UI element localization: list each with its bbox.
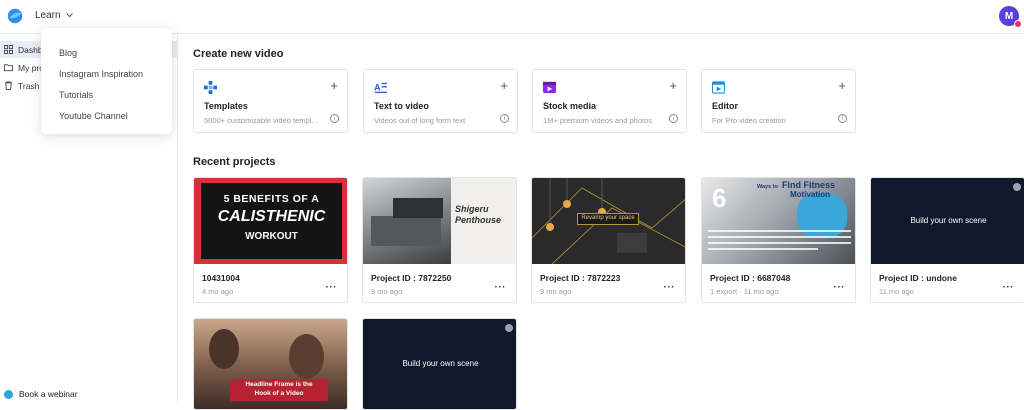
plus-icon: + <box>838 78 846 93</box>
thumb-text-line: Headline Frame is the <box>245 381 313 388</box>
thumb-text-line: Motivation <box>790 190 830 199</box>
info-icon[interactable]: i <box>330 114 339 123</box>
create-card-templates[interactable]: + Templates 5000+ customizable video tem… <box>193 69 348 133</box>
plus-icon: + <box>500 78 508 93</box>
thumb-text-line: Shigeru <box>455 204 489 214</box>
menu-item-instagram-inspiration[interactable]: Instagram Inspiration <box>41 63 172 84</box>
thumb-text-line: 5 BENEFITS OF A <box>223 193 320 205</box>
more-options-icon[interactable]: ··· <box>495 282 507 293</box>
book-webinar-link[interactable]: Book a webinar <box>4 389 78 399</box>
more-options-icon[interactable]: ··· <box>664 282 676 293</box>
recent-section-title: Recent projects <box>193 156 276 168</box>
thumb-text-line: Ways to <box>757 184 778 190</box>
project-thumbnail: Build your own scene <box>871 178 1024 264</box>
project-title: Project ID : 7872250 <box>371 273 452 283</box>
project-card[interactable]: Shigeru Penthouse Project ID : 7872250 9… <box>362 177 517 303</box>
project-meta: 4 mo ago <box>202 287 234 296</box>
project-thumbnail: 6 Ways to Find Fitness Motivation <box>702 178 855 264</box>
card-description: 5000+ customizable video templates <box>204 116 322 125</box>
sidebar-item-label: Trash <box>18 80 40 91</box>
trash-icon <box>4 81 13 90</box>
webinar-icon <box>4 389 13 399</box>
card-title: Editor <box>712 101 738 111</box>
thumb-text-line: 6 <box>712 183 727 213</box>
project-meta: 1 export · 11 mo ago <box>710 287 779 296</box>
create-card-editor[interactable]: + Editor For Pro video creation i <box>701 69 856 133</box>
more-options-icon[interactable]: ··· <box>326 282 338 293</box>
project-card[interactable]: Revamp your space Project ID : 7872223 9… <box>531 177 686 303</box>
create-card-text-to-video[interactable]: A + Text to video Videos out of long for… <box>363 69 518 133</box>
menu-item-tutorials[interactable]: Tutorials <box>41 84 172 105</box>
thumb-text-line: Build your own scene <box>402 359 479 368</box>
info-icon[interactable]: i <box>669 114 678 123</box>
create-card-stock-media[interactable]: + Stock media 1M+ premium videos and pho… <box>532 69 687 133</box>
project-thumbnail: Shigeru Penthouse <box>363 178 516 264</box>
webinar-label: Book a webinar <box>19 389 78 399</box>
learn-menu-button[interactable]: Learn <box>35 10 73 21</box>
thumb-text-line: CALISTHENIC <box>217 208 326 225</box>
plus-icon: + <box>330 78 338 93</box>
more-options-icon[interactable]: ··· <box>1003 282 1015 293</box>
project-meta: 11 mo ago <box>879 287 914 296</box>
app-logo-icon[interactable] <box>6 7 24 25</box>
info-icon[interactable]: i <box>838 114 847 123</box>
more-options-icon[interactable]: ··· <box>834 282 846 293</box>
card-description: For Pro video creation <box>712 116 786 125</box>
chevron-down-icon <box>65 13 73 18</box>
learn-dropdown-menu: Blog Instagram Inspiration Tutorials You… <box>41 28 172 134</box>
project-card[interactable]: 6 Ways to Find Fitness Motivation Projec… <box>701 177 856 303</box>
card-description: 1M+ premium videos and photos <box>543 116 653 125</box>
project-title: Project ID : 6687048 <box>710 273 791 283</box>
editor-icon <box>712 81 725 94</box>
project-meta: 9 mo ago <box>540 287 572 296</box>
svg-text:A: A <box>374 82 381 92</box>
thumb-text-line: Build your own scene <box>910 216 987 225</box>
learn-label: Learn <box>35 10 61 21</box>
avatar-initial: M <box>1004 10 1014 22</box>
menu-item-youtube-channel[interactable]: Youtube Channel <box>41 105 172 126</box>
folder-icon <box>4 64 13 72</box>
templates-icon <box>204 81 217 94</box>
thumb-text-line: Revamp your space <box>581 215 635 221</box>
thumb-text-line: Penthouse <box>455 215 502 225</box>
project-thumbnail: Build your own scene <box>363 319 516 409</box>
thumb-text-line: Hook of a Video <box>254 390 304 397</box>
thumb-text-line: Find Fitness <box>782 180 836 190</box>
thumb-text-line: WORKOUT <box>245 231 298 242</box>
project-title: Project ID : 7872223 <box>540 273 621 283</box>
avatar[interactable]: M <box>999 6 1022 28</box>
plus-icon: + <box>669 78 677 93</box>
project-card[interactable]: 5 BENEFITS OF A CALISTHENIC WORKOUT 1043… <box>193 177 348 303</box>
notification-badge <box>1014 20 1022 28</box>
project-title: Project ID : undone <box>879 273 957 283</box>
project-meta: 9 mo ago <box>371 287 403 296</box>
project-thumbnail: 5 BENEFITS OF A CALISTHENIC WORKOUT <box>194 178 347 264</box>
menu-item-blog[interactable]: Blog <box>41 42 172 63</box>
project-card[interactable]: Build your own scene <box>362 318 517 410</box>
card-description: Videos out of long form text <box>374 116 466 125</box>
project-thumbnail: Revamp your space <box>532 178 685 264</box>
info-icon[interactable]: i <box>500 114 509 123</box>
project-title: 10431004 <box>202 273 240 283</box>
card-title: Text to video <box>374 101 429 111</box>
stock-media-icon <box>543 81 556 94</box>
project-card[interactable]: Build your own scene Project ID : undone… <box>870 177 1024 303</box>
card-title: Stock media <box>543 101 597 111</box>
text-video-icon: A <box>374 82 387 94</box>
project-thumbnail: Headline Frame is the Hook of a Video <box>194 319 347 409</box>
card-title: Templates <box>204 101 248 111</box>
project-card[interactable]: Headline Frame is the Hook of a Video <box>193 318 348 410</box>
grid-icon <box>4 45 13 54</box>
create-section-title: Create new video <box>193 48 284 60</box>
